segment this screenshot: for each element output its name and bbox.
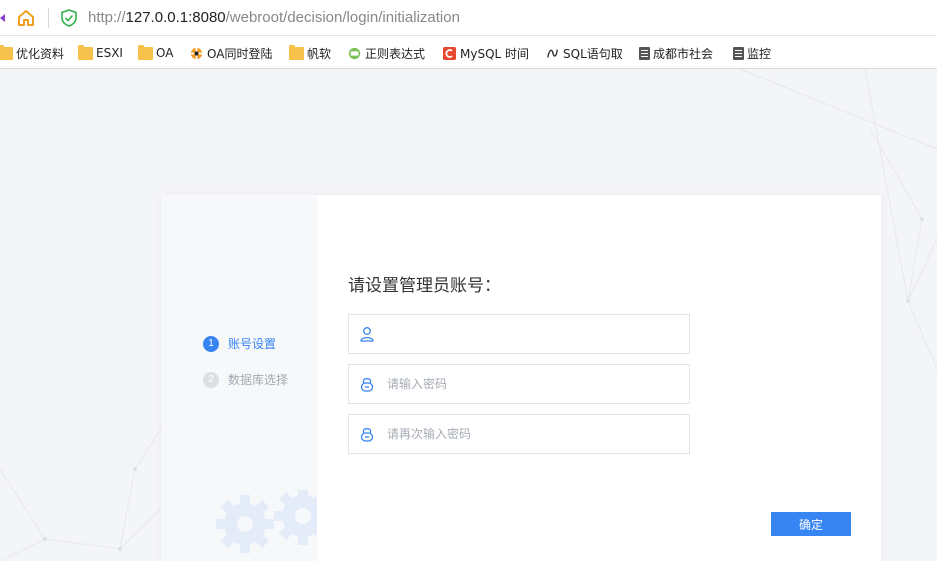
home-icon[interactable] bbox=[16, 8, 36, 28]
username-field[interactable] bbox=[348, 314, 690, 354]
bookmark-label: SQL语句取 bbox=[563, 46, 623, 61]
bookmarks-bar: 优化资料 ESXI OA OA同时登陆 帆软 正则表达式 MySQL 时间 SQ… bbox=[0, 36, 937, 69]
bookmark-label: OA bbox=[156, 46, 174, 60]
bookmark-item[interactable]: ESXI bbox=[78, 44, 123, 62]
toolbar-separator bbox=[48, 8, 49, 28]
bookmark-item[interactable]: 成都市社会 bbox=[639, 44, 713, 62]
steps-sidebar: 1 账号设置 2 数据库选择 bbox=[161, 195, 317, 561]
username-input[interactable] bbox=[387, 319, 667, 349]
gears-decoration-icon bbox=[216, 490, 317, 553]
bookmark-item[interactable]: 优化资料 bbox=[0, 44, 64, 62]
bookmark-label: MySQL 时间 bbox=[460, 46, 530, 61]
step-label: 账号设置 bbox=[228, 337, 277, 351]
document-icon bbox=[639, 46, 650, 60]
bookmark-label: OA同时登陆 bbox=[207, 46, 273, 61]
bookmark-label: 正则表达式 bbox=[365, 46, 426, 61]
address-bar: http://127.0.0.1:8080/webroot/decision/l… bbox=[0, 0, 937, 36]
user-icon bbox=[360, 327, 374, 342]
sql-logo-icon bbox=[547, 49, 558, 58]
bookmark-item[interactable]: SQL语句取 bbox=[545, 44, 623, 62]
step-number: 1 bbox=[203, 335, 219, 352]
bookmark-item[interactable]: 正则表达式 bbox=[347, 44, 425, 62]
password-field[interactable] bbox=[348, 364, 690, 404]
bookmark-item[interactable]: MySQL 时间 bbox=[442, 44, 529, 62]
bookmark-label: 监控 bbox=[747, 46, 772, 61]
back-arrow-icon[interactable] bbox=[0, 14, 5, 22]
lock-icon bbox=[360, 428, 374, 442]
oa-logo-icon bbox=[190, 47, 203, 59]
c-logo-icon bbox=[443, 46, 456, 60]
setup-card: 1 账号设置 2 数据库选择 请设置管理员账号： 确定 bbox=[161, 195, 881, 561]
step-account-settings: 1 账号设置 bbox=[203, 335, 276, 352]
folder-icon bbox=[78, 44, 93, 60]
bookmark-item[interactable]: 帆软 bbox=[289, 44, 331, 62]
bookmark-label: 优化资料 bbox=[16, 46, 65, 61]
document-icon bbox=[733, 46, 744, 60]
folder-icon bbox=[0, 44, 13, 60]
secure-shield-icon[interactable] bbox=[61, 9, 77, 27]
bookmark-label: ESXI bbox=[96, 46, 123, 60]
bookmark-item[interactable]: OA bbox=[138, 44, 173, 62]
step-number: 2 bbox=[203, 371, 219, 388]
confirm-button[interactable]: 确定 bbox=[771, 512, 851, 536]
bookmark-item[interactable]: OA同时登陆 bbox=[189, 44, 272, 62]
step-label: 数据库选择 bbox=[228, 373, 289, 387]
bookmark-item[interactable]: 监控 bbox=[733, 44, 771, 62]
confirm-password-input[interactable] bbox=[387, 419, 667, 449]
form-heading: 请设置管理员账号： bbox=[348, 276, 501, 296]
folder-icon bbox=[289, 44, 304, 60]
url-host: 127.0.0.1:8080 bbox=[125, 9, 226, 26]
url-scheme: http:// bbox=[88, 9, 126, 26]
url-field[interactable]: http://127.0.0.1:8080/webroot/decision/l… bbox=[88, 9, 460, 26]
confirm-password-field[interactable] bbox=[348, 414, 690, 454]
regex-logo-icon bbox=[348, 47, 361, 59]
password-input[interactable] bbox=[387, 369, 667, 399]
url-path: /webroot/decision/login/initialization bbox=[225, 9, 460, 26]
bookmark-label: 帆软 bbox=[307, 46, 332, 61]
bookmark-label: 成都市社会 bbox=[653, 46, 714, 61]
folder-icon bbox=[138, 44, 153, 60]
step-database-selection: 2 数据库选择 bbox=[203, 371, 288, 388]
lock-icon bbox=[360, 378, 374, 392]
